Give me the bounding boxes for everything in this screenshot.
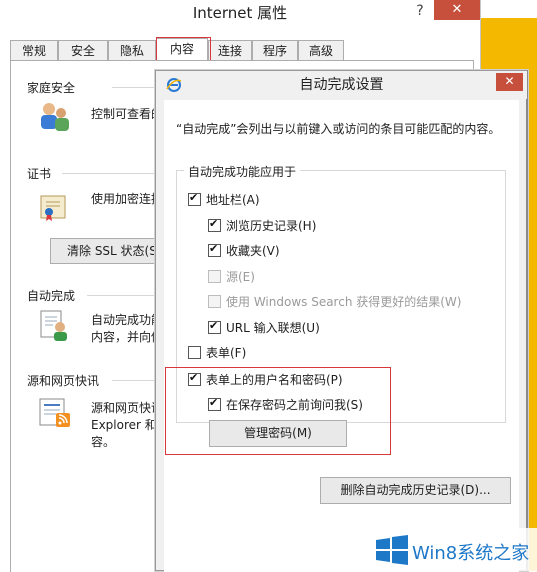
autocomplete-settings-dialog: 自动完成设置 ✕ “自动完成”会列出与以前键入或访问的条目可能匹配的内容。 自动… (155, 70, 528, 572)
windows-search-checkbox[interactable]: 使用 Windows Search 获得更好的结果(W) (208, 292, 461, 310)
family-safety-title: 家庭安全 (27, 81, 76, 95)
checkbox-box (208, 242, 221, 257)
checkbox-label: 浏览历史记录(H) (226, 218, 317, 233)
tab-connections[interactable]: 连接 (208, 40, 252, 60)
tab-security[interactable]: 安全 (58, 40, 108, 60)
tab-highlight-box (156, 37, 211, 62)
autocomplete-text-1: 自动完成功能 (91, 313, 164, 327)
feeds-title: 源和网页快讯 (27, 374, 100, 388)
family-safety-text: 控制可查看的 (91, 107, 164, 121)
checkbox-box (208, 217, 221, 232)
feeds-text-2: Explorer 和 (91, 418, 157, 432)
autocomplete-text-2: 内容，并向你 (91, 330, 164, 344)
address-bar-checkbox[interactable]: 地址栏(A) (188, 190, 260, 208)
close-button[interactable]: ✕ (434, 0, 480, 20)
tab-privacy[interactable]: 隐私 (108, 40, 156, 60)
checkbox-box (208, 269, 221, 283)
checkbox-label: 收藏夹(V) (226, 243, 280, 258)
checkbox-label: URL 输入联想(U) (226, 320, 320, 335)
section-divider (62, 173, 162, 174)
family-safety-icon (41, 103, 69, 131)
tab-advanced[interactable]: 高级 (298, 40, 344, 60)
checkbox-box (208, 319, 221, 334)
autocomplete-icon (40, 310, 67, 341)
browsing-history-checkbox[interactable]: 浏览历史记录(H) (208, 216, 316, 234)
checkbox-box (208, 294, 221, 308)
forms-checkbox[interactable]: 表单(F) (188, 343, 246, 361)
certificates-text: 使用加密连接 (91, 192, 164, 206)
checkbox-label: 表单(F) (206, 345, 247, 360)
password-highlight-box (165, 367, 391, 455)
checkbox-label: 使用 Windows Search 获得更好的结果(W) (226, 294, 462, 309)
help-button[interactable]: ? (412, 0, 428, 24)
feeds-checkbox[interactable]: 源(E) (208, 267, 255, 285)
checkbox-label: 地址栏(A) (206, 192, 260, 207)
certificates-title: 证书 (27, 167, 52, 181)
section-divider (87, 295, 162, 296)
feeds-text-3: 容。 (91, 435, 116, 449)
window-title: Internet 属性 (192, 4, 288, 22)
clear-ssl-state-button[interactable]: 清除 SSL 状态(S) (50, 238, 170, 264)
options-group-label: 自动完成功能应用于 (184, 163, 301, 180)
certificate-icon (40, 195, 66, 221)
delete-history-button[interactable]: 删除自动完成历史记录(D)... (320, 477, 511, 504)
dialog-close-button[interactable]: ✕ (496, 73, 523, 91)
checkbox-label: 源(E) (226, 269, 255, 284)
watermark-text: Win8系统之家 (412, 543, 530, 564)
url-suggestions-checkbox[interactable]: URL 输入联想(U) (208, 318, 320, 336)
checkbox-box (188, 191, 201, 206)
feeds-icon (39, 398, 70, 427)
favorites-checkbox[interactable]: 收藏夹(V) (208, 241, 280, 259)
autocomplete-title: 自动完成 (27, 289, 76, 303)
dialog-description: “自动完成”会列出与以前键入或访问的条目可能匹配的内容。 (176, 122, 501, 136)
tab-programs[interactable]: 程序 (252, 40, 298, 60)
feeds-text-1: 源和网页快讯 (91, 401, 164, 415)
dialog-title: 自动完成设置 (299, 77, 384, 93)
checkbox-box (188, 345, 201, 359)
tab-general[interactable]: 常规 (10, 40, 58, 60)
